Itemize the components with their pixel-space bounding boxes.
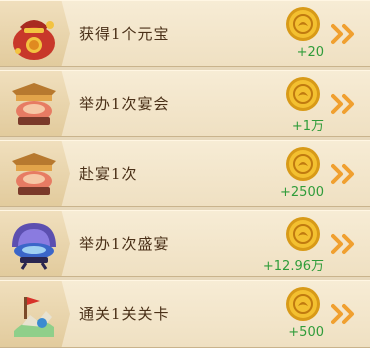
task-row: 通关1关关卡 +500 bbox=[0, 280, 370, 348]
task-icon-frame bbox=[0, 1, 70, 66]
reward-amount: +20 bbox=[296, 45, 324, 60]
gold-coin-icon bbox=[286, 77, 320, 111]
go-arrow-button[interactable] bbox=[331, 93, 357, 115]
task-row: 赴宴1次 +2500 bbox=[0, 140, 370, 207]
reward-amount: +12.96万 bbox=[262, 259, 324, 274]
task-row: 获得1个元宝 +20 bbox=[0, 0, 370, 67]
task-title: 赴宴1次 bbox=[79, 165, 138, 183]
task-icon-frame bbox=[0, 71, 70, 136]
task-icon-frame bbox=[0, 141, 70, 206]
task-title: 举办1次宴会 bbox=[79, 95, 170, 113]
gold-coin-icon bbox=[286, 147, 320, 181]
task-icon-frame bbox=[0, 211, 70, 276]
go-arrow-button[interactable] bbox=[331, 233, 357, 255]
task-row: 举办1次盛宴 +12.96万 bbox=[0, 210, 370, 277]
gold-coin-icon bbox=[286, 7, 320, 41]
task-title: 举办1次盛宴 bbox=[79, 235, 170, 253]
task-icon-frame bbox=[0, 281, 70, 347]
reward-amount: +2500 bbox=[280, 185, 324, 200]
reward-amount: +500 bbox=[288, 325, 324, 340]
task-row: 举办1次宴会 +1万 bbox=[0, 70, 370, 137]
task-title: 获得1个元宝 bbox=[79, 25, 170, 43]
task-title: 通关1关关卡 bbox=[79, 305, 170, 323]
gold-coin-icon bbox=[286, 217, 320, 251]
grand-banquet-icon bbox=[12, 223, 56, 270]
reward-amount: +1万 bbox=[291, 119, 324, 134]
battle-stage-icon bbox=[14, 297, 54, 337]
go-arrow-button[interactable] bbox=[331, 303, 357, 325]
lucky-bag-icon bbox=[13, 20, 55, 60]
task-reward-list: 获得1个元宝 +20 举办1次宴会 +1万 赴宴1次 +2500 举办1次盛宴 … bbox=[0, 0, 370, 348]
go-arrow-button[interactable] bbox=[331, 163, 357, 185]
banquet-table-icon bbox=[12, 153, 56, 195]
go-arrow-button[interactable] bbox=[331, 23, 357, 45]
gold-coin-icon bbox=[286, 287, 320, 321]
banquet-table-icon bbox=[12, 83, 56, 125]
